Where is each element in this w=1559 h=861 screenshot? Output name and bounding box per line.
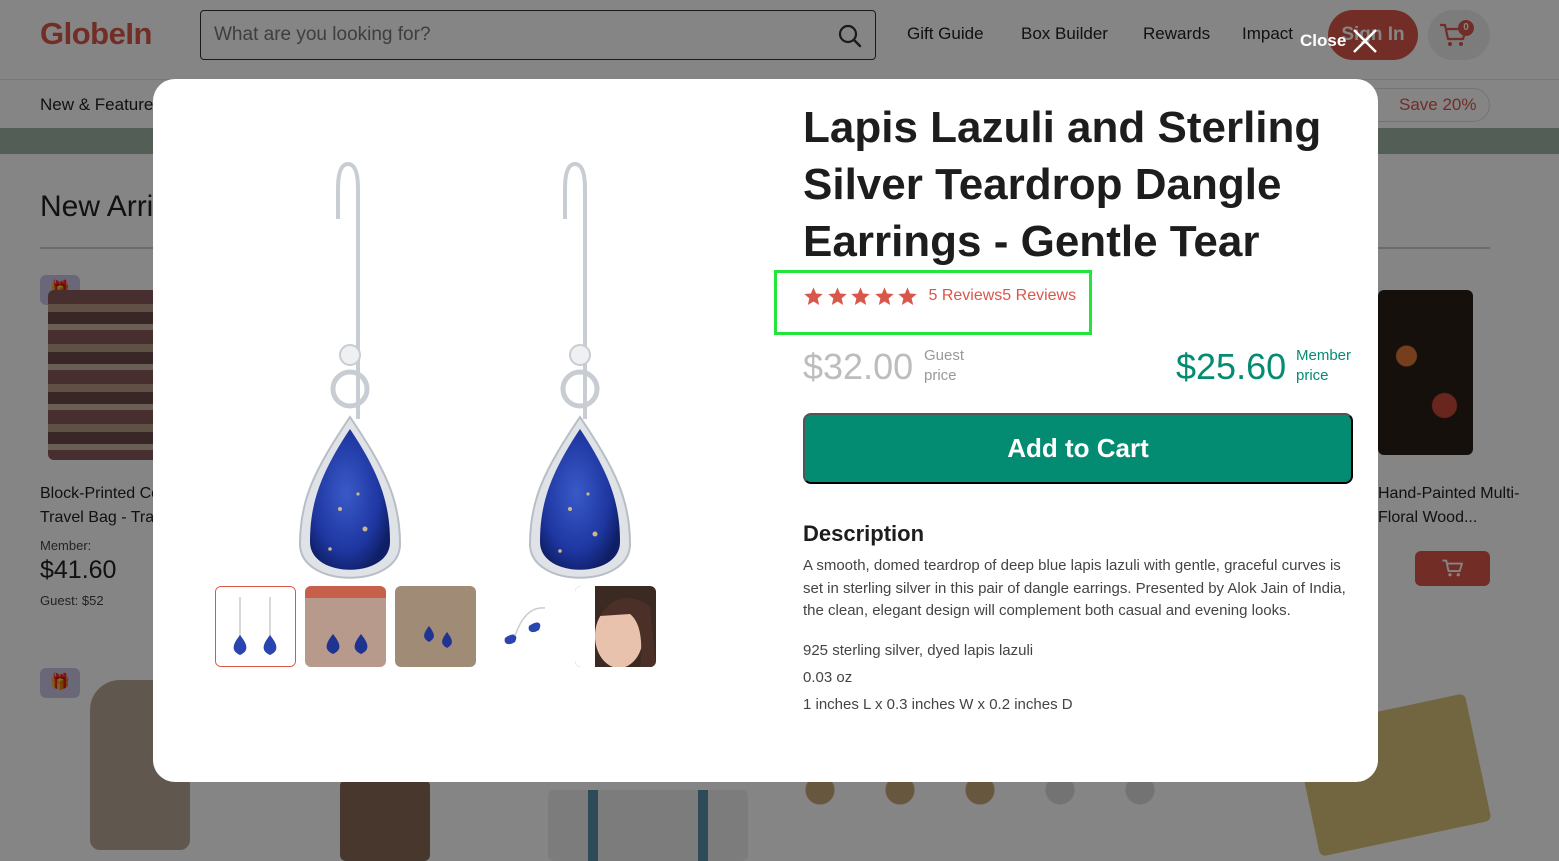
star-icon — [827, 286, 847, 305]
close-label: Close — [1300, 31, 1347, 50]
thumbnail-image — [424, 626, 452, 648]
star-icon — [804, 286, 823, 305]
thumbnail-5[interactable] — [575, 586, 656, 667]
close-icon — [1353, 29, 1377, 53]
thumbnail-3[interactable] — [395, 586, 476, 667]
spec-weight: 0.03 oz — [803, 669, 853, 686]
star-icon — [851, 286, 870, 305]
star-icon — [874, 286, 894, 305]
thumbnail-2[interactable] — [305, 586, 386, 667]
star-rating[interactable] — [803, 286, 921, 307]
right-earring — [528, 161, 632, 579]
thumbnail-image — [504, 607, 546, 645]
member-price: $25.60 — [1176, 346, 1287, 387]
guest-price: $32.00 — [803, 346, 914, 387]
add-to-cart-button[interactable]: Add to Cart — [803, 413, 1353, 484]
spec-material: 925 sterling silver, dyed lapis lazuli — [803, 642, 1034, 659]
product-title: Lapis Lazuli and Sterling Silver Teardro… — [803, 103, 1322, 266]
thumbnail-image — [216, 587, 295, 666]
thumbnail-1[interactable] — [215, 586, 296, 667]
left-earring — [298, 161, 402, 579]
star-icon — [898, 286, 917, 305]
reviews-link[interactable]: 5 Reviews5 Reviews — [929, 287, 1077, 305]
thumbnail-image — [575, 586, 656, 667]
close-button[interactable]: Close — [1298, 24, 1380, 58]
description-text: A smooth, domed teardrop of deep blue la… — [803, 557, 1346, 619]
spec-dimensions: 1 inches L x 0.3 inches W x 0.2 inches D — [803, 696, 1073, 713]
member-price-note: Member price — [1296, 347, 1352, 384]
guest-price-note: Guest price — [924, 347, 965, 384]
quick-view-modal: Lapis Lazuli and Sterling Silver Teardro… — [153, 79, 1378, 782]
rating-row: 5 Reviews5 Reviews — [803, 284, 1076, 308]
thumbnail-4[interactable] — [485, 586, 566, 667]
description-heading: Description — [803, 521, 925, 546]
thumbnail-image — [305, 586, 386, 654]
